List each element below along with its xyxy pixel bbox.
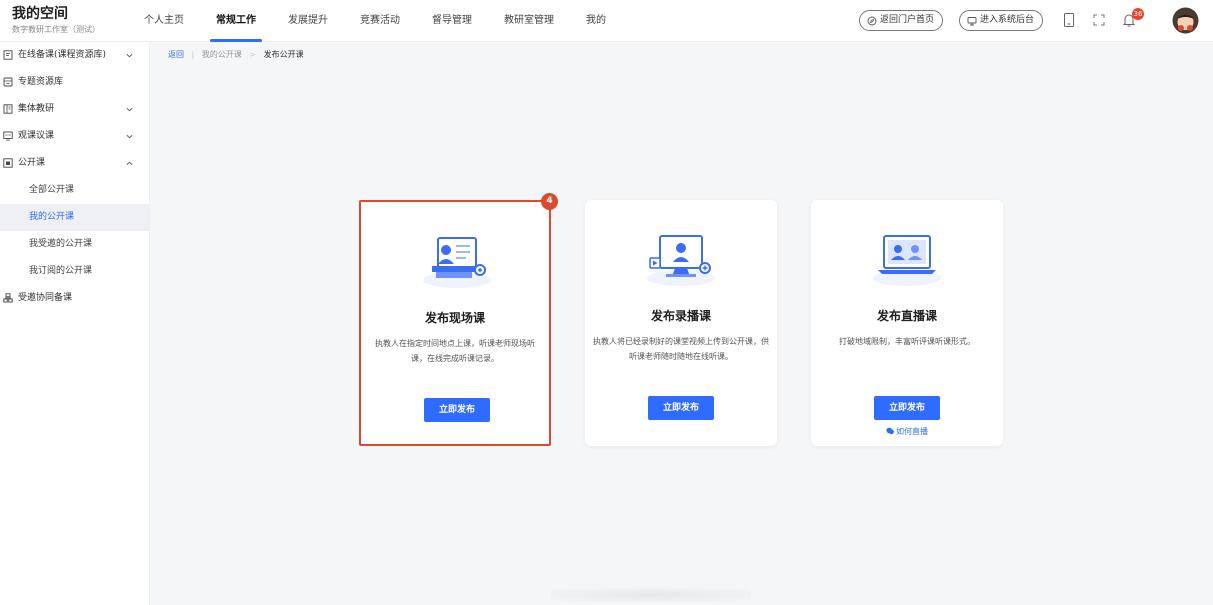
sidebar-sub-all-open-classes[interactable]: 全部公开课 [0,177,149,204]
card-description: 执教人将已经录制好的课堂视频上传到公开课，供听课老师随时随地在线听课。 [593,337,769,361]
card-title: 发布录播课 [650,309,711,323]
sidebar-sub-invited-open-classes[interactable]: 我受邀的公开课 [0,231,149,258]
brand-subtitle: 数字教研工作室（测试） [12,25,100,34]
card-live-class[interactable]: 发布直播课 打破地域限制，丰富听评课听课形式。 立即发布 如何直播 [811,200,1003,446]
notification-badge: 36 [1132,8,1144,20]
card-description: 打破地域限制，丰富听评课听课形式。 [839,337,975,346]
card-onsite-class[interactable]: 4 发布现场课 执教人在指定时间地点上课，听课老师现场听课，在线完成听课记录。 … [359,193,558,446]
publish-live-button[interactable]: 立即发布 [874,396,940,420]
sidebar-sub-subscribed-open-classes[interactable]: 我订阅的公开课 [0,258,149,285]
nav-development[interactable]: 发展提升 [288,0,328,42]
monitor-icon [967,17,977,26]
sidebar-item-online-prep[interactable]: 在线备课(课程资源库) [0,42,149,69]
breadcrumb-back-link[interactable]: 返回 [168,50,184,59]
how-to-live-link[interactable]: 如何直播 [811,426,1003,437]
breadcrumb: 返回 | 我的公开课 > 发布公开课 [151,42,1213,68]
notification-bell[interactable]: 36 [1121,8,1144,28]
how-to-live-label: 如何直播 [896,427,928,436]
chevron-down-icon [126,134,133,139]
sidebar-item-open-class[interactable]: 公开课 [0,150,149,177]
team-icon [3,293,13,303]
portal-home-label: 返回门户首页 [880,15,935,25]
nav-supervision[interactable]: 督导管理 [432,0,472,42]
breadcrumb-divider: | [191,50,195,59]
brand[interactable]: 我的空间 数字教研工作室（测试） [12,5,100,36]
sidebar: 在线备课(课程资源库) 专题资源库 集体教研 观课议课 公开课 全部公开课 我的… [0,42,150,605]
recorded-class-illustration-icon [647,235,715,286]
card-title: 发布现场课 [424,311,485,325]
fullscreen-icon[interactable] [1091,12,1107,28]
sidebar-item-label: 集体教研 [18,104,55,114]
portal-home-button[interactable]: 返回门户首页 [859,10,944,31]
chevron-down-icon [126,107,133,112]
sidebar-item-group-research[interactable]: 集体教研 [0,96,149,123]
scroll-shadow [551,588,751,602]
nav-home[interactable]: 个人主页 [144,0,184,42]
card-title: 发布直播课 [876,309,937,323]
card-description: 执教人在指定时间地点上课，听课老师现场听课，在线完成听课记录。 [375,339,535,363]
mobile-icon[interactable] [1061,12,1077,28]
card-recorded-class[interactable]: 发布录播课 执教人将已经录制好的课堂视频上传到公开课，供听课老师随时随地在线听课… [585,200,777,446]
sidebar-item-label: 观课议课 [18,131,55,141]
screen-icon [3,158,13,168]
review-icon [3,131,13,141]
sidebar-item-label: 专题资源库 [18,77,64,87]
brand-title: 我的空间 [12,6,68,22]
avatar[interactable] [1172,7,1199,34]
sidebar-item-lesson-review[interactable]: 观课议课 [0,123,149,150]
main-content: 4 发布现场课 执教人在指定时间地点上课，听课老师现场听课，在线完成听课记录。 … [151,68,1213,605]
publish-recorded-button[interactable]: 立即发布 [648,396,714,420]
breadcrumb-current: 发布公开课 [263,50,304,59]
chevron-up-icon [126,161,133,166]
nav-research-office[interactable]: 教研室管理 [504,0,554,42]
breadcrumb-parent-link[interactable]: 我的公开课 [202,50,242,59]
sidebar-item-label: 在线备课(课程资源库) [18,50,107,60]
system-admin-button[interactable]: 进入系统后台 [959,10,1044,31]
list-icon [3,104,13,114]
sidebar-item-invited-coprep[interactable]: 受邀协同备课 [0,285,149,312]
sidebar-sub-my-open-classes[interactable]: 我的公开课 [0,204,149,231]
onsite-class-illustration-icon [423,237,491,288]
live-class-illustration-icon [873,235,941,286]
nav-mine[interactable]: 我的 [586,0,606,42]
compass-icon [867,16,877,26]
folder-icon [3,77,13,87]
top-header: 我的空间 数字教研工作室（测试） 个人主页 常规工作 发展提升 竞赛活动 督导管… [0,0,1213,42]
document-icon [3,50,13,60]
chat-icon [886,427,894,435]
chevron-down-icon [126,53,133,58]
step-badge: 4 [541,193,558,210]
main-nav: 个人主页 常规工作 发展提升 竞赛活动 督导管理 教研室管理 我的 [144,0,638,42]
nav-competition[interactable]: 竞赛活动 [360,0,400,42]
publish-onsite-button[interactable]: 立即发布 [424,398,490,422]
system-admin-label: 进入系统后台 [980,15,1035,25]
nav-routine-work[interactable]: 常规工作 [210,0,262,42]
sidebar-item-topic-library[interactable]: 专题资源库 [0,69,149,96]
breadcrumb-chevron: > [249,50,257,59]
sidebar-item-label: 受邀协同备课 [18,293,73,303]
sidebar-item-label: 公开课 [18,158,46,168]
